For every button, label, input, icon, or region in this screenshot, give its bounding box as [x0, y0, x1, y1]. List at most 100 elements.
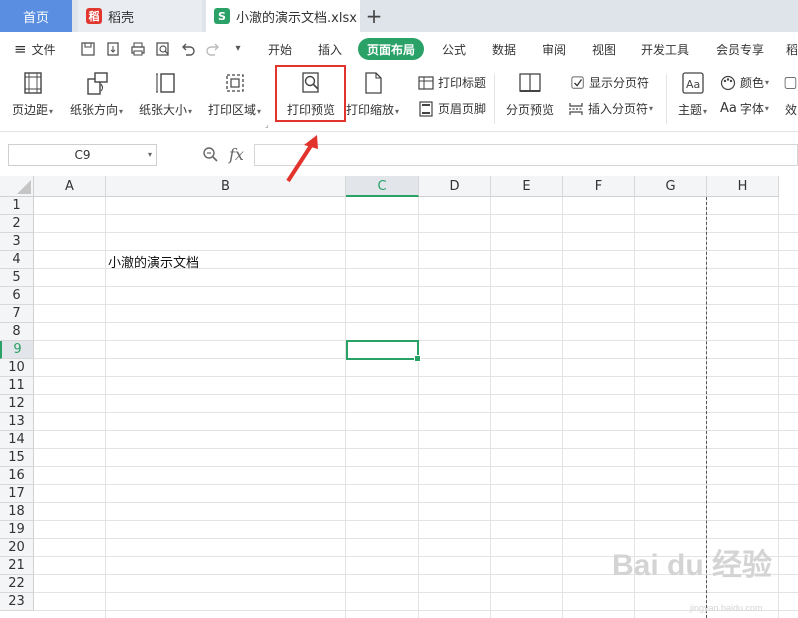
tab-daoke[interactable]: 稻 稻壳 — [78, 0, 202, 32]
row-header-18[interactable]: 18 — [0, 503, 34, 521]
print-preview-quick-icon[interactable] — [155, 41, 171, 57]
row-header-21[interactable]: 21 — [0, 557, 34, 575]
fonts-button[interactable]: Aa 字体 ▾ — [720, 100, 769, 117]
tab-review[interactable]: 审阅 — [542, 32, 566, 66]
tab-data[interactable]: 数据 — [492, 32, 516, 66]
margins-icon — [23, 72, 42, 94]
page-break-preview-icon — [519, 73, 541, 92]
print-area-button[interactable]: 打印区域▾ — [208, 70, 261, 118]
row-header-13[interactable]: 13 — [0, 413, 34, 431]
ribbon: 页边距▾ 纸张方向▾ 纸张大小▾ 打印区域▾ ⌟ 打印预览 打印缩放▾ 打印标题… — [0, 66, 798, 132]
row-header-17[interactable]: 17 — [0, 485, 34, 503]
orientation-button[interactable]: 纸张方向▾ — [70, 70, 123, 118]
save-icon[interactable] — [80, 41, 96, 57]
name-box-value: C9 — [74, 148, 91, 162]
name-box[interactable]: C9 ▾ — [8, 144, 157, 166]
tab-page-layout[interactable]: 页面布局 — [358, 38, 425, 60]
tab-document[interactable]: S 小澈的演示文档.xlsx — [206, 0, 360, 32]
header-footer-icon — [419, 100, 433, 117]
print-area-label: 打印区域 — [208, 103, 257, 117]
effects-button[interactable]: 效 — [784, 70, 798, 118]
print-area-icon — [225, 74, 244, 92]
row-header-15[interactable]: 15 — [0, 449, 34, 467]
row-header-22[interactable]: 22 — [0, 575, 34, 593]
tab-home[interactable]: 首页 — [0, 0, 72, 32]
grid-column-line — [105, 197, 106, 618]
file-menu[interactable]: ≡ 文件 — [14, 32, 56, 66]
baidu-watermark-url: jingyan.baidu.com — [690, 603, 763, 613]
print-scale-label: 打印缩放 — [346, 103, 395, 117]
active-cell-c9[interactable] — [346, 340, 421, 362]
column-header-d[interactable]: D — [419, 176, 491, 197]
new-tab-button[interactable]: + — [364, 0, 384, 32]
orientation-label: 纸张方向 — [70, 103, 119, 117]
paper-size-button[interactable]: 纸张大小▾ — [139, 70, 192, 118]
row-header-12[interactable]: 12 — [0, 395, 34, 413]
formula-input[interactable] — [254, 144, 798, 166]
grid-row-line — [34, 592, 798, 593]
column-header-h[interactable]: H — [707, 176, 779, 197]
column-header-g[interactable]: G — [635, 176, 707, 197]
colors-button[interactable]: 颜色 ▾ — [720, 74, 769, 91]
tab-developer[interactable]: 开发工具 — [641, 32, 689, 66]
row-header-16[interactable]: 16 — [0, 467, 34, 485]
group-launcher-icon[interactable]: ⌟ — [265, 120, 269, 129]
column-header-e[interactable]: E — [491, 176, 563, 197]
colors-label: 颜色 — [740, 76, 765, 90]
grid-row-line — [34, 304, 798, 305]
tab-view[interactable]: 视图 — [592, 32, 616, 66]
print-titles-button[interactable]: 打印标题 — [418, 74, 486, 91]
row-header-23[interactable]: 23 — [0, 593, 34, 611]
select-all-corner[interactable] — [0, 176, 34, 197]
row-header-1[interactable]: 1 — [0, 197, 34, 215]
export-pdf-icon[interactable] — [105, 41, 121, 57]
grid-row-line — [34, 520, 798, 521]
tab-document-label: 小澈的演示文档.xlsx — [236, 10, 357, 26]
margins-button[interactable]: 页边距▾ — [12, 70, 53, 118]
print-icon[interactable] — [130, 41, 146, 57]
tab-daoke-label: 稻壳 — [108, 10, 135, 26]
print-scale-icon — [364, 72, 382, 94]
page-break-preview-button[interactable]: 分页预览 — [506, 70, 554, 118]
zoom-icon[interactable] — [202, 146, 218, 162]
row-header-8[interactable]: 8 — [0, 323, 34, 341]
header-footer-button[interactable]: 页眉页脚 — [418, 100, 486, 117]
row-header-7[interactable]: 7 — [0, 305, 34, 323]
print-scale-button[interactable]: 打印缩放▾ — [346, 70, 399, 118]
row-header-2[interactable]: 2 — [0, 215, 34, 233]
customize-dropdown-icon[interactable]: ▾ — [230, 41, 246, 57]
tab-formulas[interactable]: 公式 — [442, 32, 466, 66]
row-header-10[interactable]: 10 — [0, 359, 34, 377]
column-header-f[interactable]: F — [563, 176, 635, 197]
tab-bar: 首页 稻 稻壳 S 小澈的演示文档.xlsx + — [0, 0, 798, 32]
hamburger-icon: ≡ — [14, 40, 27, 58]
row-header-3[interactable]: 3 — [0, 233, 34, 251]
grid-row-line — [34, 430, 798, 431]
baidu-watermark-logo: Bai du 经验 — [612, 549, 773, 582]
row-header-14[interactable]: 14 — [0, 431, 34, 449]
row-header-6[interactable]: 6 — [0, 287, 34, 305]
row-header-5[interactable]: 5 — [0, 269, 34, 287]
cell-b4[interactable]: 小澈的演示文档 — [108, 252, 199, 271]
tab-member[interactable]: 会员专享 — [716, 32, 764, 66]
theme-button[interactable]: Aa 主题▾ — [678, 70, 707, 118]
function-icon[interactable]: fx — [229, 145, 244, 164]
column-header-a[interactable]: A — [34, 176, 106, 197]
undo-icon[interactable] — [180, 41, 196, 57]
grid-row-line — [34, 250, 798, 251]
insert-page-break-button[interactable]: 插入分页符 ▾ — [568, 100, 653, 117]
row-header-19[interactable]: 19 — [0, 521, 34, 539]
row-header-9[interactable]: 9 — [0, 341, 34, 359]
grid-row-line — [34, 286, 798, 287]
tab-daoke-partial[interactable]: 稻 — [786, 32, 798, 66]
row-header-4[interactable]: 4 — [0, 251, 34, 269]
tab-start[interactable]: 开始 — [268, 32, 292, 66]
column-header-c[interactable]: C — [346, 176, 419, 197]
grid-column-line — [490, 197, 491, 618]
tab-insert[interactable]: 插入 — [318, 32, 342, 66]
show-page-breaks-checkbox[interactable]: 显示分页符 — [571, 74, 649, 91]
effects-icon — [784, 77, 797, 89]
row-header-11[interactable]: 11 — [0, 377, 34, 395]
redo-icon[interactable] — [205, 41, 221, 57]
row-header-20[interactable]: 20 — [0, 539, 34, 557]
